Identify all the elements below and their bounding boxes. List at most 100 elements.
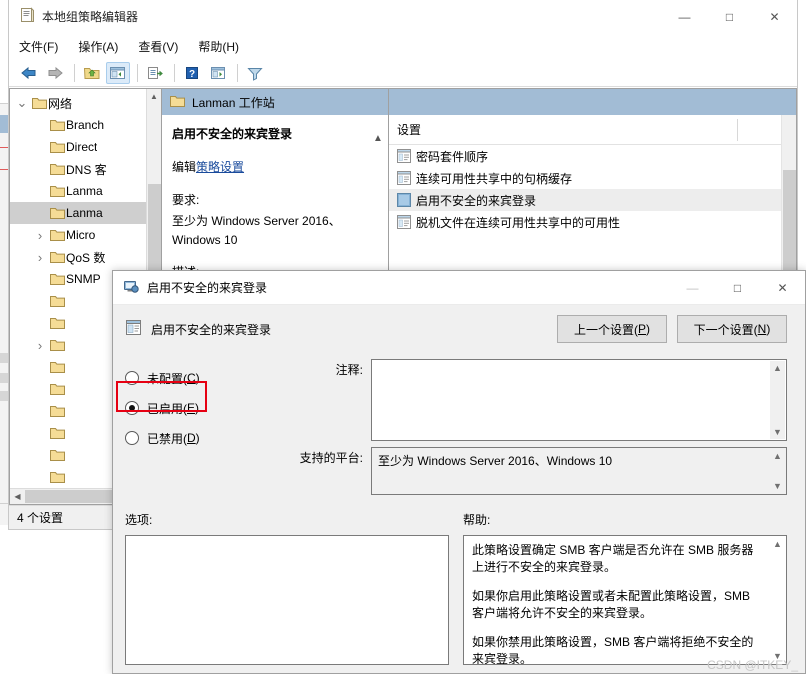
settings-column-label: 设置 <box>397 123 422 137</box>
tree-item[interactable]: ⌄ 网络 <box>10 92 161 114</box>
scroll-up-icon[interactable]: ▲ <box>147 89 161 104</box>
table-row[interactable]: 连续可用性共享中的句柄缓存 <box>389 167 796 189</box>
radio-disabled-suffix: ) <box>195 431 200 445</box>
policy-state-radio-group: 未配置(C) 已启用(E) 已禁用(D) <box>125 359 275 501</box>
folder-icon <box>48 317 66 330</box>
tree-item[interactable]: › QoS 数 <box>10 246 161 268</box>
table-row[interactable]: 脱机文件在连续可用性共享中的可用性 <box>389 211 796 233</box>
radio-disabled-label: 已禁用( <box>147 431 187 446</box>
radio-not-configured-suffix: ) <box>195 371 200 385</box>
comment-scroll-down-icon[interactable]: ▼ <box>773 427 782 437</box>
tree-item[interactable]: Branch <box>10 114 161 136</box>
detail-scroll-up-icon[interactable]: ▲ <box>371 133 385 144</box>
radio-disabled[interactable]: 已禁用(D) <box>125 423 275 453</box>
platform-scroll-up-icon[interactable]: ▲ <box>773 451 782 461</box>
maximize-button[interactable]: □ <box>707 0 752 33</box>
tree-item[interactable]: Lanma <box>10 202 161 224</box>
settings-column-header[interactable]: 设置 <box>389 115 796 145</box>
menu-help[interactable]: 帮助(H) <box>198 35 250 58</box>
radio-enabled-dot[interactable] <box>125 401 139 415</box>
radio-disabled-accel: D <box>187 431 196 445</box>
help-scrollbar[interactable]: ▲ ▼ <box>770 537 785 663</box>
platform-scrollbar[interactable]: ▲ ▼ <box>770 449 785 493</box>
help-column: 帮助: 此策略设置确定 SMB 客户端是否允许在 SMB 服务器上进行不安全的来… <box>463 511 787 665</box>
filter-icon[interactable] <box>243 62 267 84</box>
folder-icon <box>48 251 66 264</box>
chevron-down-icon[interactable]: ⌄ <box>14 96 30 109</box>
chevron-right-icon[interactable]: › <box>32 228 48 243</box>
table-row[interactable]: 启用不安全的来宾登录 <box>389 189 796 211</box>
radio-not-configured-label: 未配置( <box>147 371 187 386</box>
toolbar-separator <box>237 63 238 82</box>
comment-label: 注释: <box>335 363 363 377</box>
radio-disabled-dot[interactable] <box>125 431 139 445</box>
help-box[interactable]: 此策略设置确定 SMB 客户端是否允许在 SMB 服务器上进行不安全的来宾登录。… <box>463 535 787 665</box>
edit-policy-setting-link[interactable]: 策略设置 <box>196 160 244 174</box>
detail-scrollbar[interactable]: ▲ <box>371 133 385 283</box>
folder-icon <box>48 229 66 242</box>
menu-action[interactable]: 操作(A) <box>78 35 129 58</box>
export-list-icon[interactable] <box>143 62 167 84</box>
policy-setting-icon <box>397 149 416 163</box>
dialog-maximize-button[interactable]: □ <box>715 271 760 305</box>
scroll-left-icon[interactable]: ◀ <box>10 492 25 501</box>
dialog-subtitle-bar: 启用不安全的来宾登录 上一个设置(P) 下一个设置(N) <box>113 305 805 353</box>
tree-item-label: Branch <box>66 118 105 132</box>
folder-icon <box>48 207 66 220</box>
platform-field-row: 支持的平台: 至少为 Windows Server 2016、Windows 1… <box>275 447 787 495</box>
tree-item[interactable]: › Micro <box>10 224 161 246</box>
settings-pane-header <box>389 89 796 115</box>
comment-textarea[interactable]: ▲ ▼ <box>371 359 787 441</box>
comment-field-row: 注释: ▲ ▼ <box>275 359 787 441</box>
chevron-right-icon[interactable]: › <box>32 338 48 353</box>
settings-scroll-thumb[interactable] <box>783 170 796 280</box>
radio-not-configured-dot[interactable] <box>125 371 139 385</box>
main-window-title: 本地组策略编辑器 <box>42 10 139 24</box>
next-button-accel: N <box>757 322 767 336</box>
tree-item[interactable]: Direct <box>10 136 161 158</box>
tree-item[interactable]: Lanma <box>10 180 161 202</box>
radio-enabled[interactable]: 已启用(E) <box>125 393 275 423</box>
main-menubar: 文件(F) 操作(A) 查看(V) 帮助(H) <box>9 33 797 59</box>
menu-file[interactable]: 文件(F) <box>19 35 69 58</box>
menu-view[interactable]: 查看(V) <box>138 35 189 58</box>
folder-icon <box>48 471 66 484</box>
dialog-window-controls: — □ ✕ <box>670 271 805 305</box>
policy-setting-dialog: 启用不安全的来宾登录 — □ ✕ 启用不安全的来宾登录 上一个设置(P) 下… <box>112 270 806 674</box>
forward-icon[interactable] <box>43 62 67 84</box>
show-hide-tree-icon[interactable] <box>106 61 130 84</box>
tree-item[interactable]: DNS 客 <box>10 158 161 180</box>
prev-button-text: 上一个设置( <box>573 322 638 337</box>
comment-scroll-up-icon[interactable]: ▲ <box>773 363 782 373</box>
help-text: 此策略设置确定 SMB 客户端是否允许在 SMB 服务器上进行不安全的来宾登录。… <box>464 536 786 664</box>
next-button-text: 下一个设置( <box>693 322 758 337</box>
tree-item-label: Lanma <box>66 206 103 220</box>
help-scroll-up-icon[interactable]: ▲ <box>773 539 782 549</box>
radio-enabled-accel: E <box>187 401 196 415</box>
next-setting-button[interactable]: 下一个设置(N) <box>677 315 787 343</box>
policy-dialog-icon <box>123 278 139 297</box>
tree-item-label: DNS 客 <box>66 162 107 177</box>
close-button[interactable]: ✕ <box>752 0 797 33</box>
up-folder-icon[interactable] <box>80 62 104 84</box>
back-icon[interactable] <box>17 62 41 84</box>
dialog-close-button[interactable]: ✕ <box>760 271 805 305</box>
dialog-titlebar: 启用不安全的来宾登录 — □ ✕ <box>113 271 805 305</box>
help-icon[interactable]: ? <box>180 62 204 84</box>
comment-scrollbar[interactable]: ▲ ▼ <box>770 361 785 439</box>
dialog-minimize-button[interactable]: — <box>670 271 715 305</box>
platform-scroll-down-icon[interactable]: ▼ <box>773 481 782 491</box>
chevron-right-icon[interactable]: › <box>32 250 48 265</box>
tree-hscroll-thumb[interactable] <box>25 490 113 503</box>
minimize-button[interactable]: — <box>662 0 707 33</box>
previous-setting-button[interactable]: 上一个设置(P) <box>557 315 667 343</box>
options-box[interactable] <box>125 535 449 665</box>
main-window-controls: — □ ✕ <box>662 0 797 33</box>
radio-not-configured[interactable]: 未配置(C) <box>125 363 275 393</box>
folder-icon <box>48 273 66 286</box>
properties-icon[interactable] <box>206 62 230 84</box>
column-divider[interactable] <box>737 119 738 141</box>
table-row[interactable]: 密码套件顺序 <box>389 145 796 167</box>
help-paragraph: 此策略设置确定 SMB 客户端是否允许在 SMB 服务器上进行不安全的来宾登录。 <box>472 543 754 574</box>
options-value <box>126 536 448 548</box>
